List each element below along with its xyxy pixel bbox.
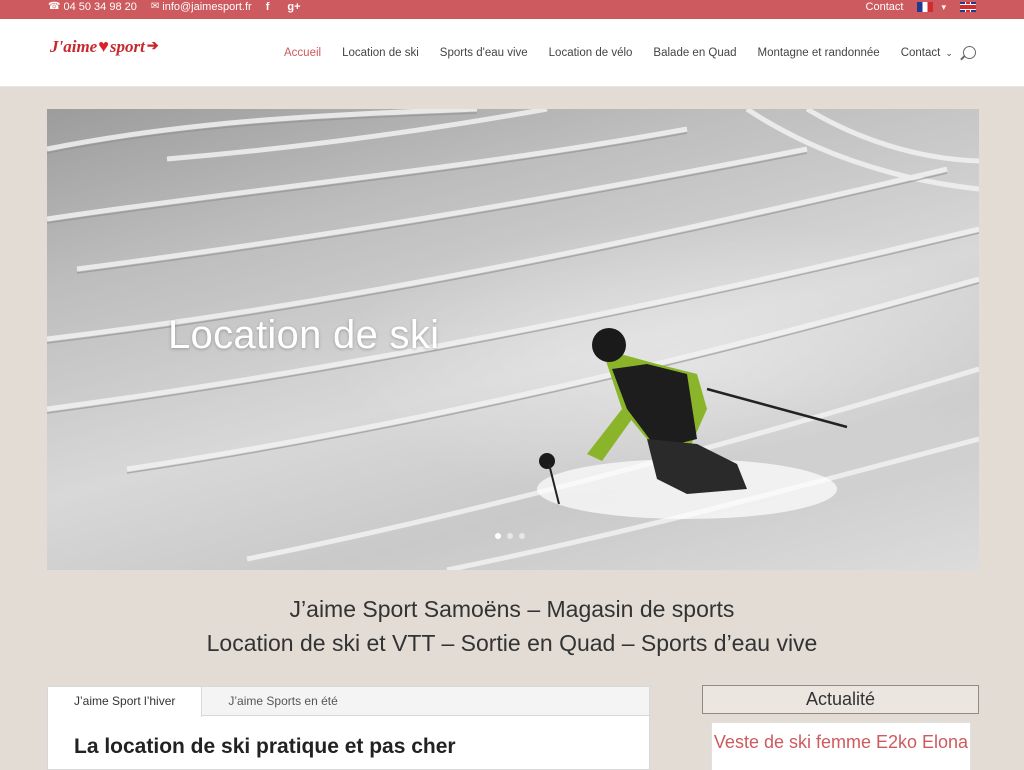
site-logo[interactable]: J'aime ♥ sport ➔	[50, 36, 159, 57]
tab-ete[interactable]: J’aime Sports en été	[202, 687, 363, 715]
top-bar-contacts: ☎ 04 50 34 98 20 ✉ info@jaimesport.fr f …	[48, 0, 315, 14]
envelope-icon: ✉	[150, 1, 160, 12]
flag-uk-icon[interactable]	[960, 2, 976, 12]
intro-line-1: J’aime Sport Samoëns – Magasin de sports	[289, 596, 735, 622]
tab-content-heading: La location de ski pratique et pas cher	[74, 735, 456, 758]
nav-item-montagne-randonnee[interactable]: Montagne et randonnée	[758, 47, 880, 59]
site-header: J'aime ♥ sport ➔ Accueil Location de ski…	[0, 19, 1024, 87]
tab-hiver[interactable]: J’aime Sport l’hiver	[48, 687, 203, 717]
slider-dot[interactable]	[507, 533, 513, 539]
heart-icon: ♥	[98, 36, 109, 56]
chevron-down-icon: ▾	[941, 1, 946, 12]
nav-item-location-ski[interactable]: Location de ski	[342, 47, 419, 59]
news-card-title[interactable]: Veste de ski femme E2ko Elona	[714, 732, 968, 752]
hero-slider[interactable]: Location de ski	[47, 109, 979, 570]
hero-title: Location de ski	[168, 313, 440, 357]
nav-item-balade-quad[interactable]: Balade en Quad	[653, 47, 736, 59]
top-bar: ☎ 04 50 34 98 20 ✉ info@jaimesport.fr f …	[0, 0, 1024, 19]
email-address: info@jaimesport.fr	[162, 1, 252, 13]
nav-item-location-velo[interactable]: Location de vélo	[549, 47, 633, 59]
season-tabs: J’aime Sport l’hiver J’aime Sports en ét…	[47, 686, 650, 770]
arrow-icon: ➔	[146, 39, 159, 54]
main-nav: Accueil Location de ski Sports d'eau viv…	[284, 19, 953, 87]
search-icon[interactable]	[963, 46, 976, 59]
sidebar-title: Actualité	[702, 685, 979, 714]
intro-line-2: Location de ski et VTT – Sortie en Quad …	[206, 630, 818, 656]
slider-dots	[495, 533, 525, 539]
slider-dot[interactable]	[519, 533, 525, 539]
top-bar-right: Contact ▾	[866, 0, 976, 14]
chevron-down-icon: ⌄	[945, 47, 953, 58]
language-selector[interactable]: ▾	[917, 2, 946, 13]
phone-icon: ☎	[48, 1, 61, 12]
news-card[interactable]: Veste de ski femme E2ko Elona	[711, 722, 971, 770]
nav-item-accueil[interactable]: Accueil	[284, 47, 321, 59]
email-link[interactable]: ✉ info@jaimesport.fr	[151, 1, 252, 13]
top-contact-link[interactable]: Contact	[866, 1, 904, 13]
tabs-header: J’aime Sport l’hiver J’aime Sports en ét…	[48, 687, 649, 717]
google-plus-icon[interactable]: g+	[287, 1, 300, 13]
phone-number: 04 50 34 98 20	[63, 1, 137, 13]
intro-heading: J’aime Sport Samoëns – Magasin de sports…	[0, 592, 1024, 660]
nav-item-contact[interactable]: Contact ⌄	[901, 47, 953, 59]
nav-item-sports-eau-vive[interactable]: Sports d'eau vive	[440, 47, 528, 59]
flag-fr-icon	[917, 2, 934, 12]
slider-dot[interactable]	[495, 533, 501, 539]
logo-text-right: sport	[109, 36, 145, 56]
logo-text-left: J'aime	[50, 36, 98, 56]
facebook-icon[interactable]: f	[266, 1, 270, 13]
nav-item-contact-label: Contact	[900, 47, 941, 59]
phone-link[interactable]: ☎ 04 50 34 98 20	[48, 1, 137, 13]
